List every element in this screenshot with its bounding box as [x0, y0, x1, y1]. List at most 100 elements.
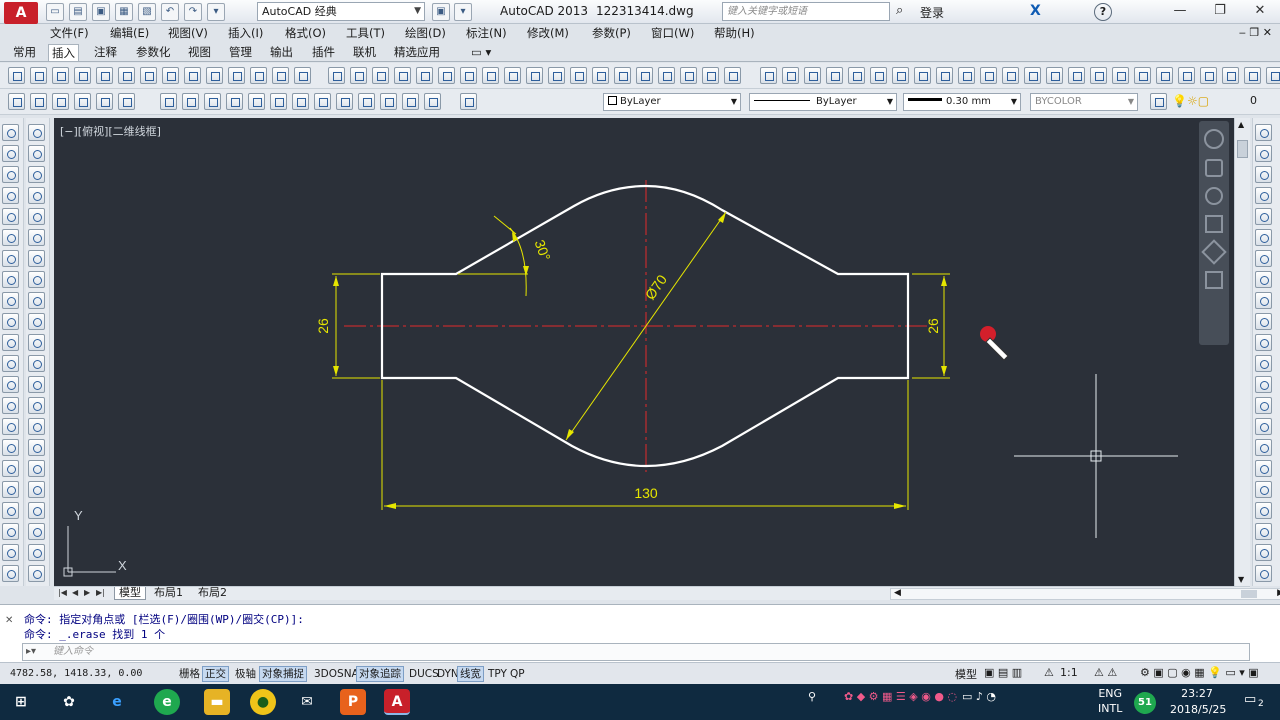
leftB-tool-8-icon[interactable]: [28, 271, 45, 288]
tab-online[interactable]: 联机: [350, 44, 379, 61]
tb1-tool-26-icon[interactable]: [570, 67, 587, 84]
leftB-tool-3-icon[interactable]: [28, 166, 45, 183]
rightA-tool-21-icon[interactable]: [1255, 544, 1272, 561]
leftA-tool-7-icon[interactable]: [2, 250, 19, 267]
command-input[interactable]: 键入命令: [22, 643, 1250, 661]
menu-insert[interactable]: 插入(I): [228, 25, 263, 41]
help-icon[interactable]: ?: [1094, 3, 1112, 21]
rightA-tool-5-icon[interactable]: [1255, 208, 1272, 225]
tab-annotate[interactable]: 注释: [91, 44, 120, 61]
leftB-tool-10-icon[interactable]: [28, 313, 45, 330]
navigation-bar[interactable]: [1199, 121, 1229, 345]
model-space-label[interactable]: 模型: [955, 666, 977, 682]
rightA-tool-8-icon[interactable]: [1255, 271, 1272, 288]
toggle-osnap[interactable]: 对象捕捉: [259, 666, 307, 682]
tb1-tool-30-icon[interactable]: [658, 67, 675, 84]
tb1-tool-9-icon[interactable]: [184, 67, 201, 84]
orbit-icon[interactable]: [1205, 215, 1223, 233]
workspace-switch-icon[interactable]: ▾: [454, 3, 472, 21]
login-link[interactable]: 登录: [920, 4, 944, 21]
scroll-thumb[interactable]: [1237, 140, 1248, 158]
tb2-tool-4-icon[interactable]: [74, 93, 91, 110]
tb1-tool-7-icon[interactable]: [140, 67, 157, 84]
scroll-left-icon[interactable]: ◀: [894, 588, 901, 598]
leftB-tool-19-icon[interactable]: [28, 502, 45, 519]
tb2-tool-15-icon[interactable]: [336, 93, 353, 110]
leftA-tool-16-icon[interactable]: [2, 439, 19, 456]
annotation-visibility-icon[interactable]: ⚠ ⚠: [1094, 666, 1117, 679]
tb1-tool-2-icon[interactable]: [30, 67, 47, 84]
leftB-tool-18-icon[interactable]: [28, 481, 45, 498]
prev-tab-icon[interactable]: ◀: [72, 588, 78, 597]
tab-view[interactable]: 视图: [185, 44, 214, 61]
tb1-tool-16-icon[interactable]: [350, 67, 367, 84]
open-file-icon[interactable]: ▤: [69, 3, 87, 21]
tb1-tool-18-icon[interactable]: [394, 67, 411, 84]
menu-view[interactable]: 视图(V): [168, 25, 208, 41]
language-indicator[interactable]: ENG INTL: [1098, 686, 1122, 716]
tb1-tool-4-icon[interactable]: [74, 67, 91, 84]
rightA-tool-7-icon[interactable]: [1255, 250, 1272, 267]
tab-home[interactable]: 常用: [10, 44, 39, 61]
command-prompt-icon[interactable]: ▸▾: [26, 646, 36, 657]
menu-window[interactable]: 窗口(W): [651, 25, 694, 41]
menu-parametric[interactable]: 参数(P): [592, 25, 631, 41]
clock[interactable]: 23:27 2018/5/25: [1170, 686, 1226, 718]
leftA-tool-2-icon[interactable]: [2, 145, 19, 162]
tb1-tool-23-icon[interactable]: [504, 67, 521, 84]
tb1-tool-40-icon[interactable]: [892, 67, 909, 84]
tb1-tool-20-icon[interactable]: [438, 67, 455, 84]
rightA-tool-2-icon[interactable]: [1255, 145, 1272, 162]
tb1-tool-10-icon[interactable]: [206, 67, 223, 84]
pan-icon[interactable]: [1205, 159, 1223, 177]
save-icon[interactable]: ▣: [92, 3, 110, 21]
tb1-tool-50-icon[interactable]: [1112, 67, 1129, 84]
rightA-tool-12-icon[interactable]: [1255, 355, 1272, 372]
scroll-down-icon[interactable]: ▼: [1238, 575, 1244, 584]
tb1-tool-36-icon[interactable]: [804, 67, 821, 84]
autocad-taskbar-icon[interactable]: A: [384, 689, 410, 715]
tb1-tool-5-icon[interactable]: [96, 67, 113, 84]
toggle-grid[interactable]: 栅格: [176, 666, 203, 682]
leftA-tool-5-icon[interactable]: [2, 208, 19, 225]
menu-modify[interactable]: 修改(M): [527, 25, 569, 41]
tb1-tool-31-icon[interactable]: [680, 67, 697, 84]
leftA-tool-12-icon[interactable]: [2, 355, 19, 372]
tab-featured-apps[interactable]: 精选应用: [391, 44, 443, 61]
tb1-tool-56-icon[interactable]: [1244, 67, 1261, 84]
tb2-tool-18-icon[interactable]: [402, 93, 419, 110]
redo-icon[interactable]: ↷: [184, 3, 202, 21]
leftB-tool-15-icon[interactable]: [28, 418, 45, 435]
angle-label[interactable]: 30°: [532, 238, 554, 263]
tb1-tool-13-icon[interactable]: [272, 67, 289, 84]
tb2-tool-17-icon[interactable]: [380, 93, 397, 110]
leftB-tool-11-icon[interactable]: [28, 334, 45, 351]
tb1-tool-11-icon[interactable]: [228, 67, 245, 84]
layer-state-icons[interactable]: 💡☼▢: [1172, 94, 1209, 108]
rightA-tool-15-icon[interactable]: [1255, 418, 1272, 435]
tb2-tool-6-icon[interactable]: [118, 93, 135, 110]
drawing-canvas[interactable]: [−][俯视][二维线框] 26 26 130 Ø70 30° Y X: [54, 118, 1234, 586]
tab-layout1[interactable]: 布局1: [150, 587, 187, 600]
leftA-tool-15-icon[interactable]: [2, 418, 19, 435]
tb1-tool-12-icon[interactable]: [250, 67, 267, 84]
leftB-tool-7-icon[interactable]: [28, 250, 45, 267]
leftA-tool-21-icon[interactable]: [2, 544, 19, 561]
rightA-tool-18-icon[interactable]: [1255, 481, 1272, 498]
network-icon[interactable]: ▭ ♪ ◔: [962, 690, 996, 703]
next-tab-icon[interactable]: ▶: [84, 588, 90, 597]
tb1-tool-54-icon[interactable]: [1200, 67, 1217, 84]
toggle-ortho[interactable]: 正交: [202, 666, 229, 682]
menu-file[interactable]: 文件(F): [50, 25, 89, 41]
leftB-tool-9-icon[interactable]: [28, 292, 45, 309]
tb1-tool-47-icon[interactable]: [1046, 67, 1063, 84]
tb1-tool-53-icon[interactable]: [1178, 67, 1195, 84]
tray-app-icons[interactable]: ✿ ◆ ⚙ ▦ ☰ ◈ ◉ ● ◌: [844, 690, 957, 703]
minimize-button[interactable]: —: [1160, 0, 1200, 24]
windows-start-icon[interactable]: ⊞: [8, 689, 34, 715]
tb1-tool-32-icon[interactable]: [702, 67, 719, 84]
leftA-tool-22-icon[interactable]: [2, 565, 19, 582]
tb2-tool-1-icon[interactable]: [8, 93, 25, 110]
vertical-scrollbar[interactable]: ▲ ▼: [1234, 118, 1250, 586]
tb1-tool-8-icon[interactable]: [162, 67, 179, 84]
